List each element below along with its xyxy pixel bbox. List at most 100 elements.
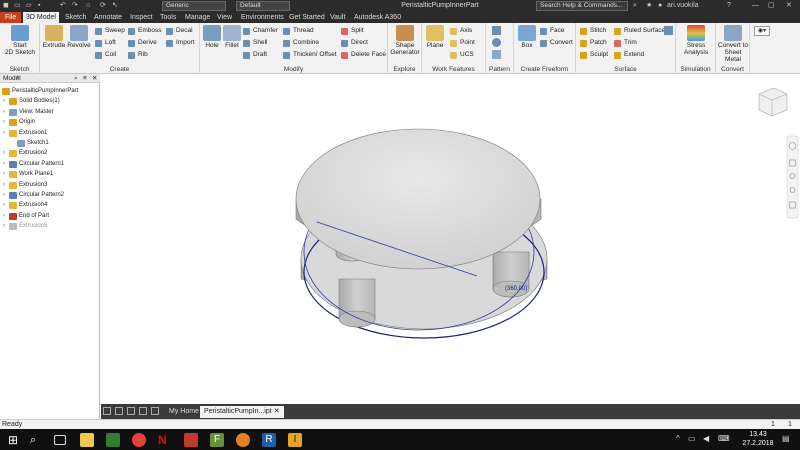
tab-annotate[interactable]: Annotate (91, 12, 125, 23)
windows-start-icon[interactable]: ⊞ (6, 433, 20, 447)
revit-icon[interactable]: R (262, 433, 276, 447)
shape-generator-button[interactable]: Shape Generator (390, 25, 420, 56)
user-name[interactable]: ari.vuokila (667, 1, 699, 11)
rectangular-pattern-icon[interactable] (492, 26, 501, 35)
update-icon[interactable]: ⟳ (100, 1, 106, 11)
hole-button[interactable]: Hole (202, 25, 222, 49)
expand-icon[interactable]: › (3, 169, 5, 179)
undo-icon[interactable]: ↶ (60, 1, 66, 11)
rib-button[interactable]: Rib (128, 50, 148, 60)
expand-icon[interactable]: › (3, 200, 5, 210)
maps-icon[interactable] (236, 433, 250, 447)
tile-horizontal-icon[interactable] (127, 407, 135, 415)
graphics-viewport[interactable]: (360,00) (101, 74, 800, 404)
minimize-icon[interactable]: — (752, 1, 759, 11)
maximize-icon[interactable]: ▢ (768, 1, 775, 11)
tab-autodesk-a360[interactable]: Autodesk A360 (351, 12, 404, 23)
shell-button[interactable]: Shell (243, 38, 267, 48)
home-icon[interactable]: ⌂ (86, 1, 90, 11)
coil-button[interactable]: Coil (95, 50, 116, 60)
clock-time[interactable]: 13.43 (740, 431, 776, 438)
split-button[interactable]: Split (341, 26, 364, 36)
tab-part-document[interactable]: PeristalticPumpIn...ipt ✕ (200, 406, 284, 418)
chrome-icon[interactable] (132, 433, 146, 447)
inventor-icon[interactable]: I (288, 433, 302, 447)
expand-icon[interactable]: › (3, 221, 5, 231)
fusion-icon[interactable]: F (210, 433, 224, 447)
convert-to-sheet-metal-button[interactable]: Convert to Sheet Metal (716, 25, 750, 63)
delete-face-button[interactable]: Delete Face (341, 50, 386, 60)
ucs-button[interactable]: UCS (450, 50, 474, 60)
tab-environments[interactable]: Environments (238, 12, 287, 23)
trim-button[interactable]: Trim (614, 38, 637, 48)
draft-button[interactable]: Draft (243, 50, 267, 60)
expand-icon[interactable]: › (3, 148, 5, 158)
circular-pattern-icon[interactable] (492, 38, 501, 47)
open-icon[interactable]: ▱ (26, 1, 31, 11)
loft-button[interactable]: Loft (95, 38, 116, 48)
ruled-surface-button[interactable]: Ruled Surface (614, 26, 665, 36)
search-icon[interactable]: ⌕ (633, 1, 637, 11)
close-icon[interactable]: ✕ (786, 1, 792, 11)
browser-menu-icon[interactable]: ≡ (83, 74, 87, 83)
save-icon[interactable]: ▪ (38, 1, 40, 11)
browser-close-icon[interactable]: ✕ (92, 74, 97, 83)
tab-get-started[interactable]: Get Started (286, 12, 328, 23)
extend-button[interactable]: Extend (614, 50, 644, 60)
fillet-button[interactable]: Fillet (222, 25, 242, 49)
tab-view[interactable]: View (214, 12, 235, 23)
language-icon[interactable]: ⌨ (718, 434, 730, 443)
viewcube[interactable] (758, 87, 788, 117)
cascade-view-icon[interactable] (115, 407, 123, 415)
notifications-icon[interactable]: ▤ (782, 434, 790, 443)
material-combo[interactable]: Default (236, 1, 290, 11)
search-icon[interactable]: ⌕ (30, 433, 44, 447)
stress-analysis-button[interactable]: Stress Analysis (678, 25, 714, 56)
decal-button[interactable]: Decal (166, 26, 193, 36)
tab-sketch[interactable]: Sketch (62, 12, 89, 23)
help-icon[interactable]: ? (727, 1, 731, 11)
import-button[interactable]: Import (166, 38, 194, 48)
netflix-icon[interactable]: N (158, 433, 172, 447)
clock-date[interactable]: 27.2.2018 (740, 440, 776, 447)
task-view-icon[interactable] (54, 435, 66, 445)
expand-icon[interactable]: › (3, 107, 5, 117)
dimension-label[interactable]: (360,00) (505, 286, 527, 292)
thicken-offset-button[interactable]: Thicken/ Offset (283, 50, 337, 60)
tab-3d-model[interactable]: 3D Model (23, 12, 59, 23)
expand-icon[interactable]: › (3, 96, 5, 106)
face-button[interactable]: Face (540, 26, 564, 36)
new-icon[interactable]: ▭ (14, 1, 21, 11)
emboss-button[interactable]: Emboss (128, 26, 161, 36)
expand-icon[interactable]: › (3, 211, 5, 221)
tile-vertical-icon[interactable] (139, 407, 147, 415)
convert-button[interactable]: Convert (540, 38, 573, 48)
revolve-button[interactable]: Revolve (67, 25, 91, 49)
user-icon[interactable]: ● (658, 1, 662, 11)
sculpt-button[interactable]: Sculpt (580, 50, 608, 60)
extrude-button[interactable]: Extrude (42, 25, 66, 49)
star-icon[interactable]: ★ (646, 1, 652, 11)
tab-close-icon[interactable]: ✕ (274, 408, 280, 415)
app-icon-red[interactable] (184, 433, 198, 447)
part-3d-view[interactable]: (360,00) (101, 74, 800, 404)
patch-button[interactable]: Patch (580, 38, 607, 48)
sweep-button[interactable]: Sweep (95, 26, 125, 36)
derive-button[interactable]: Derive (128, 38, 157, 48)
expand-icon[interactable]: › (3, 159, 5, 169)
expand-icon[interactable]: › (3, 190, 5, 200)
tab-my-home[interactable]: My Home (165, 406, 203, 418)
start-2d-sketch-button[interactable]: Start 2D Sketch (3, 25, 37, 56)
tab-file[interactable]: File (0, 12, 22, 23)
ribbon-options-icon[interactable]: ◉▾ (754, 26, 770, 36)
network-icon[interactable]: ▭ (688, 434, 696, 443)
volume-icon[interactable]: ◀ (703, 434, 709, 443)
tile-view-icon[interactable] (103, 407, 111, 415)
axis-button[interactable]: Axis (450, 26, 472, 36)
tab-vault[interactable]: Vault (327, 12, 348, 23)
browser-search-icon[interactable]: ⌕ (74, 74, 78, 83)
app-logo-icon[interactable]: ◼ (3, 1, 9, 11)
mirror-icon[interactable] (492, 50, 501, 59)
browser-add-icon[interactable]: + (16, 74, 20, 83)
point-button[interactable]: Point (450, 38, 475, 48)
